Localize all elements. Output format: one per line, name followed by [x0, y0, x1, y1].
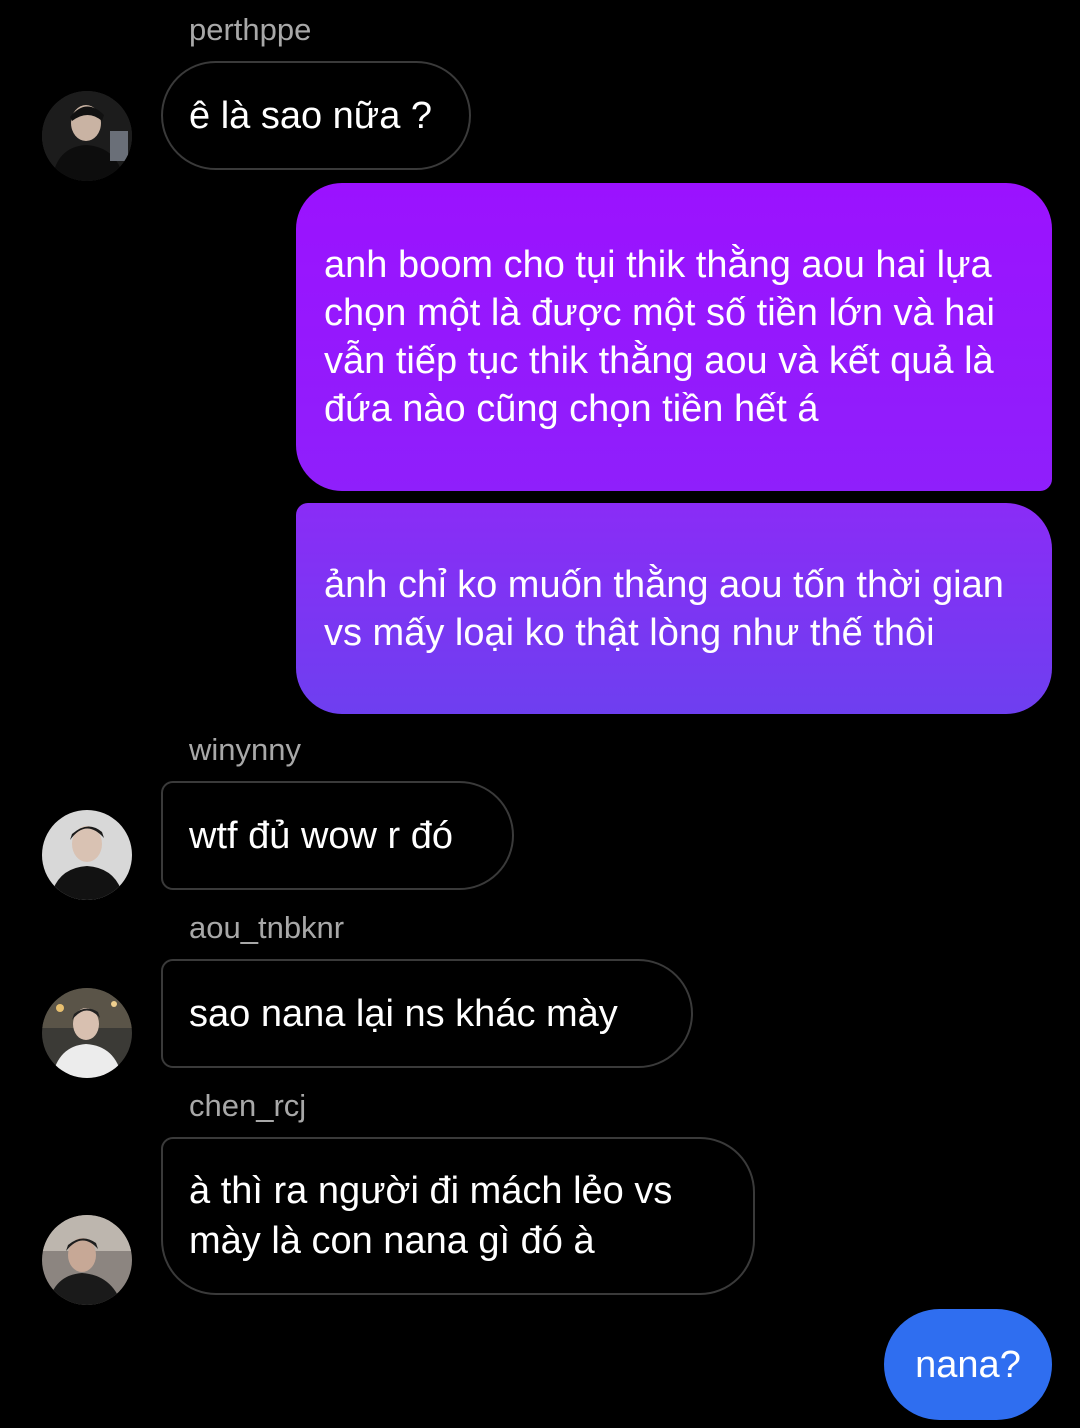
- avatar-perthppe[interactable]: [42, 91, 132, 181]
- incoming-message-bubble[interactable]: wtf đủ wow r đó: [161, 781, 514, 890]
- avatar-photo-icon: [42, 1215, 132, 1305]
- avatar-chen_rcj[interactable]: [42, 1215, 132, 1305]
- incoming-message-bubble[interactable]: sao nana lại ns khác mày: [161, 959, 693, 1068]
- incoming-message-bubble[interactable]: ê là sao nữa ?: [161, 61, 471, 170]
- incoming-message-bubble[interactable]: à thì ra người đi mách lẻo vs mày là con…: [161, 1137, 755, 1295]
- message-text: anh boom cho tụi thik thằng aou hai lựa …: [324, 244, 995, 430]
- avatar-photo-icon: [42, 91, 132, 181]
- chat-screen: { "messages": [ {"sender": "perthppe", "…: [0, 0, 1080, 1428]
- message-text: à thì ra người đi mách lẻo vs mày là con…: [189, 1170, 673, 1262]
- message-text: nana?: [915, 1343, 1021, 1386]
- avatar-photo-icon: [42, 988, 132, 1078]
- avatar-aou_tnbknr[interactable]: [42, 988, 132, 1078]
- message-text: ảnh chỉ ko muốn thằng aou tốn thời gian …: [324, 563, 1004, 654]
- avatar-photo-icon: [42, 810, 132, 900]
- sender-username[interactable]: perthppe: [189, 12, 311, 48]
- sender-username[interactable]: chen_rcj: [189, 1088, 306, 1124]
- sender-username[interactable]: winynny: [189, 732, 301, 768]
- outgoing-message-bubble[interactable]: anh boom cho tụi thik thằng aou hai lựa …: [296, 183, 1052, 491]
- outgoing-message-bubble[interactable]: ảnh chỉ ko muốn thằng aou tốn thời gian …: [296, 503, 1052, 714]
- sender-username[interactable]: aou_tnbknr: [189, 910, 344, 946]
- message-text: ê là sao nữa ?: [189, 94, 433, 137]
- message-text: sao nana lại ns khác mày: [189, 992, 618, 1035]
- outgoing-message-bubble[interactable]: nana?: [884, 1309, 1052, 1420]
- avatar-winynny[interactable]: [42, 810, 132, 900]
- message-text: wtf đủ wow r đó: [189, 814, 453, 857]
